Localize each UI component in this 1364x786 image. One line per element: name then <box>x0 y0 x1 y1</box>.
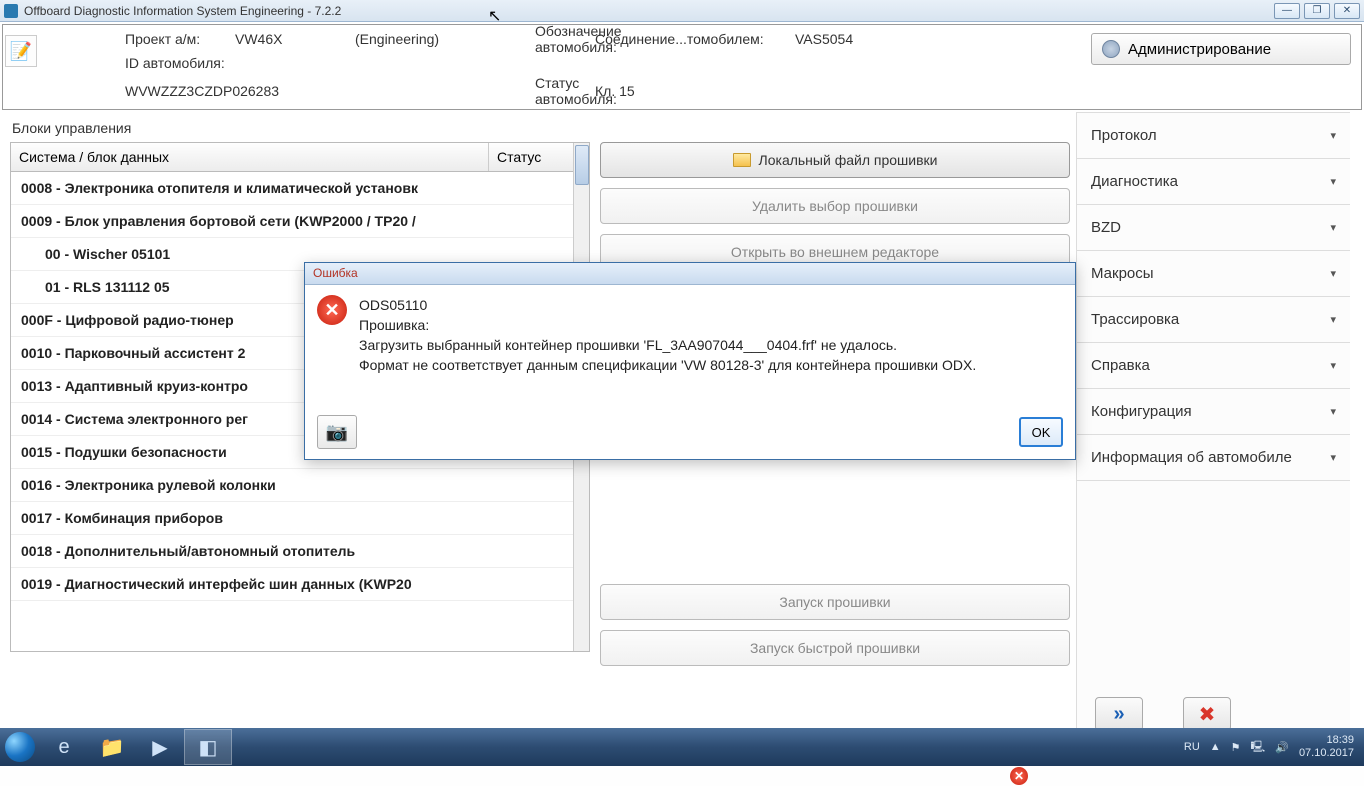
status-strip: ✕ <box>0 766 1364 786</box>
error-dialog: Ошибка ✕ ODS05110 Прошивка: Загрузить вы… <box>304 262 1076 460</box>
taskbar-media-icon[interactable]: ▶ <box>136 729 184 765</box>
chevron-down-icon: ▾ <box>1330 175 1336 188</box>
notes-icon[interactable]: 📝 <box>5 35 37 67</box>
accordion-item[interactable]: Диагностика▾ <box>1077 159 1350 205</box>
chevron-down-icon: ▾ <box>1330 359 1336 372</box>
vehicle-status-label: Статус автомобиля: <box>535 75 595 107</box>
start-flash-label: Запуск прошивки <box>779 594 890 610</box>
window-title: Offboard Diagnostic Information System E… <box>24 4 341 18</box>
vehicle-status-value: Кл. 15 <box>595 83 795 99</box>
col-system[interactable]: Система / блок данных <box>11 143 489 171</box>
table-row[interactable]: 0016 - Электроника рулевой колонки <box>11 469 589 502</box>
start-flash-button[interactable]: Запуск прошивки <box>600 584 1070 620</box>
forward-button[interactable]: » <box>1095 697 1143 731</box>
table-row[interactable]: 0017 - Комбинация приборов <box>11 502 589 535</box>
clock-date: 07.10.2017 <box>1299 747 1354 760</box>
windows-orb-icon <box>5 732 35 762</box>
accordion-item[interactable]: BZD▾ <box>1077 205 1350 251</box>
accordion-item[interactable]: Протокол▾ <box>1077 113 1350 159</box>
project-label: Проект а/м: <box>125 31 235 47</box>
taskbar-explorer-icon[interactable]: 📁 <box>88 729 136 765</box>
side-accordion: Протокол▾ Диагностика▾ BZD▾ Макросы▾ Тра… <box>1077 112 1350 481</box>
tray-action-icon[interactable]: ⚑ <box>1231 741 1241 754</box>
error-line: Формат не соответствует данным специфика… <box>359 355 976 375</box>
admin-button-label: Администрирование <box>1128 41 1271 58</box>
chevron-down-icon: ▾ <box>1330 451 1336 464</box>
project-value: VW46X <box>235 31 355 47</box>
connection-value: VAS5054 <box>795 31 935 47</box>
accordion-item[interactable]: Конфигурация▾ <box>1077 389 1350 435</box>
folder-icon <box>733 153 751 167</box>
scrollbar-thumb[interactable] <box>575 145 589 185</box>
chevron-down-icon: ▾ <box>1330 313 1336 326</box>
error-code: ODS05110 <box>359 295 976 315</box>
table-row[interactable]: 0018 - Дополнительный/автономный отопите… <box>11 535 589 568</box>
chevron-down-icon: ▾ <box>1330 221 1336 234</box>
table-row[interactable]: 0019 - Диагностический интерфейс шин дан… <box>11 568 589 601</box>
table-row[interactable]: 0009 - Блок управления бортовой сети (KW… <box>11 205 589 238</box>
start-button[interactable] <box>0 728 40 766</box>
delete-flash-selection-button[interactable]: Удалить выбор прошивки <box>600 188 1070 224</box>
screenshot-button[interactable]: 📷 <box>317 415 357 449</box>
error-line: Прошивка: <box>359 315 976 335</box>
error-icon: ✕ <box>317 295 347 325</box>
mode-value: (Engineering) <box>355 31 535 47</box>
vehicle-info-panel: Проект а/м: VW46X (Engineering) Обозначе… <box>2 24 1362 110</box>
error-indicator-icon[interactable]: ✕ <box>1010 767 1028 785</box>
vehicle-id-label: ID автомобиля: <box>125 55 235 71</box>
tray-volume-icon[interactable]: 🔊 <box>1275 741 1289 754</box>
tray-flag-icon[interactable]: ▲ <box>1210 741 1221 753</box>
connection-label: Соединение...томобилем: <box>595 31 795 47</box>
local-flash-file-button[interactable]: Локальный файл прошивки <box>600 142 1070 178</box>
table-row[interactable]: 0008 - Электроника отопителя и климатиче… <box>11 172 589 205</box>
cancel-nav-button[interactable]: ✖ <box>1183 697 1231 731</box>
chevron-down-icon: ▾ <box>1330 129 1336 142</box>
vehicle-id-value: WVWZZZ3CZDP026283 <box>125 83 535 99</box>
open-external-editor-label: Открыть во внешнем редакторе <box>731 244 939 260</box>
window-titlebar: Offboard Diagnostic Information System E… <box>0 0 1364 22</box>
taskbar-ie-icon[interactable]: e <box>40 729 88 765</box>
admin-button[interactable]: Администрирование <box>1091 33 1351 65</box>
accordion-item[interactable]: Информация об автомобиле▾ <box>1077 435 1350 481</box>
delete-flash-selection-label: Удалить выбор прошивки <box>752 198 918 214</box>
chevron-down-icon: ▾ <box>1330 405 1336 418</box>
accordion-item[interactable]: Трассировка▾ <box>1077 297 1350 343</box>
error-line: Загрузить выбранный контейнер прошивки '… <box>359 335 976 355</box>
maximize-button[interactable]: ❐ <box>1304 3 1330 19</box>
ecu-section-title: Блоки управления <box>10 116 590 142</box>
error-dialog-title: Ошибка <box>305 263 1075 285</box>
vehicle-designation-label: Обозначение автомобиля: <box>535 23 595 55</box>
start-fast-flash-button[interactable]: Запуск быстрой прошивки <box>600 630 1070 666</box>
clock-time: 18:39 <box>1299 734 1354 747</box>
close-button[interactable]: ✕ <box>1334 3 1360 19</box>
taskbar-app-icon[interactable]: ◧ <box>184 729 232 765</box>
windows-taskbar: e 📁 ▶ ◧ RU ▲ ⚑ 🖳 🔊 18:39 07.10.2017 <box>0 728 1364 766</box>
tray-network-icon[interactable]: 🖳 <box>1251 738 1266 757</box>
accordion-item[interactable]: Макросы▾ <box>1077 251 1350 297</box>
gear-icon <box>1102 40 1120 58</box>
accordion-item[interactable]: Справка▾ <box>1077 343 1350 389</box>
taskbar-clock[interactable]: 18:39 07.10.2017 <box>1299 734 1358 760</box>
ok-button[interactable]: OK <box>1019 417 1063 447</box>
chevron-down-icon: ▾ <box>1330 267 1336 280</box>
start-fast-flash-label: Запуск быстрой прошивки <box>750 640 920 656</box>
app-icon <box>4 4 18 18</box>
local-flash-file-label: Локальный файл прошивки <box>759 152 938 168</box>
minimize-button[interactable]: — <box>1274 3 1300 19</box>
lang-indicator[interactable]: RU <box>1184 741 1200 753</box>
